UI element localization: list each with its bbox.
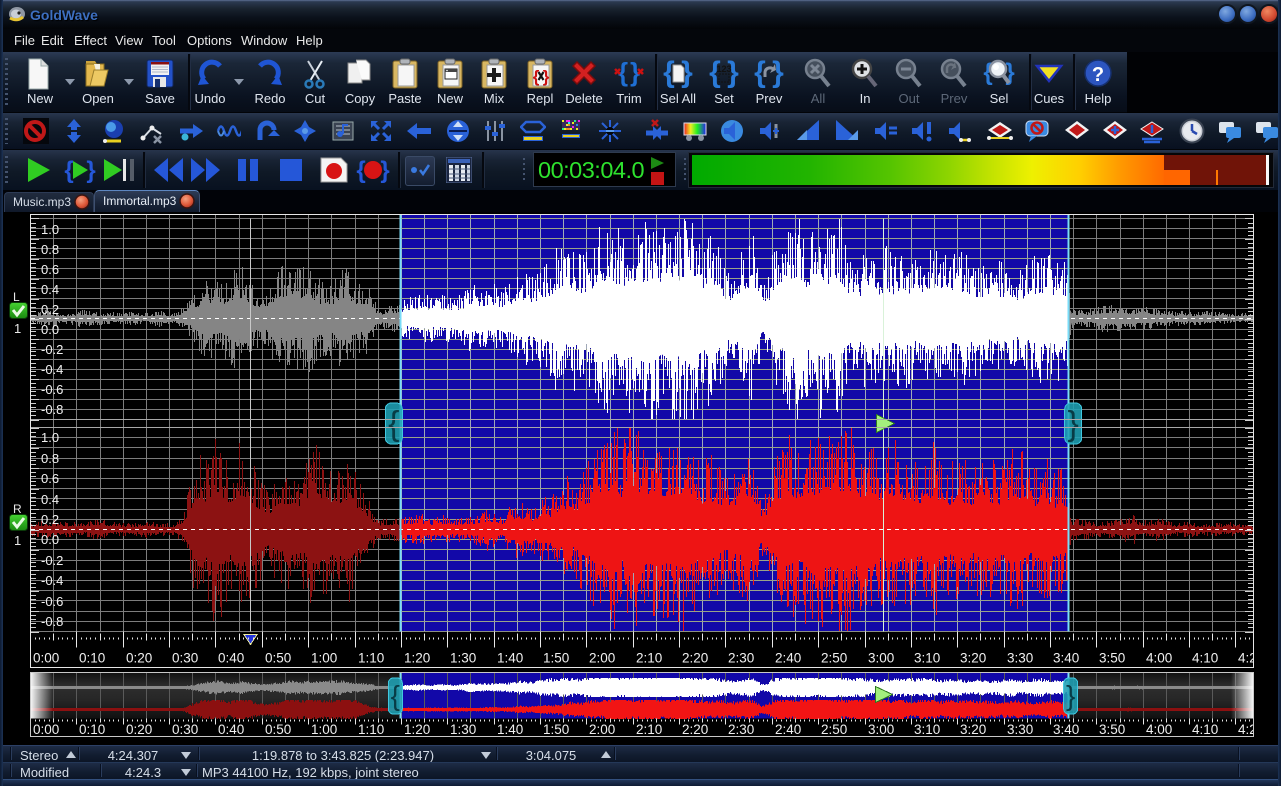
svg-text:4:10: 4:10 — [1192, 722, 1218, 737]
svg-text:0.6: 0.6 — [41, 471, 59, 486]
svg-text:0:40: 0:40 — [218, 722, 244, 737]
svg-text:2:10: 2:10 — [636, 722, 662, 737]
svg-text:}: } — [772, 57, 784, 89]
svg-text:-0.4: -0.4 — [41, 573, 63, 588]
svg-text:-0.6: -0.6 — [41, 382, 63, 397]
svg-text:0:00: 0:00 — [33, 722, 59, 737]
svg-text:1:00: 1:00 — [311, 722, 337, 737]
svg-text:}: } — [543, 67, 550, 86]
svg-text:4:20: 4:20 — [1238, 651, 1254, 666]
svg-text:3:50: 3:50 — [1099, 722, 1125, 737]
svg-text:2:40: 2:40 — [775, 651, 801, 666]
svg-text:0.4: 0.4 — [41, 492, 59, 507]
svg-text:0:30: 0:30 — [172, 651, 198, 666]
svg-text:0.8: 0.8 — [41, 451, 59, 466]
svg-text:1:50: 1:50 — [543, 651, 569, 666]
svg-text:{: { — [388, 405, 399, 443]
svg-text:-0.6: -0.6 — [41, 594, 63, 609]
svg-text:4:20: 4:20 — [1238, 722, 1254, 737]
svg-text:4:00: 4:00 — [1146, 651, 1172, 666]
svg-text:1:50: 1:50 — [543, 722, 569, 737]
svg-text:2:30: 2:30 — [728, 722, 754, 737]
svg-text:3:00: 3:00 — [868, 722, 894, 737]
svg-text:0:20: 0:20 — [126, 722, 152, 737]
svg-text:0:20: 0:20 — [126, 651, 152, 666]
svg-text:0:50: 0:50 — [265, 651, 291, 666]
svg-text:1:30: 1:30 — [450, 722, 476, 737]
svg-text:2:40: 2:40 — [775, 722, 801, 737]
svg-text:1:10: 1:10 — [358, 651, 384, 666]
svg-text:1:20: 1:20 — [404, 722, 430, 737]
svg-text:3:30: 3:30 — [1007, 722, 1033, 737]
svg-text:-0.2: -0.2 — [41, 553, 63, 568]
svg-text:-0.4: -0.4 — [41, 362, 63, 377]
svg-text:0.2: 0.2 — [41, 302, 59, 317]
svg-text:?: ? — [1092, 64, 1104, 86]
svg-text:-0.8: -0.8 — [41, 614, 63, 629]
svg-text:0.0: 0.0 — [41, 532, 59, 547]
svg-text:0.2: 0.2 — [41, 512, 59, 527]
svg-text:2:50: 2:50 — [821, 651, 847, 666]
svg-text:-0.8: -0.8 — [41, 402, 63, 417]
svg-text:0.6: 0.6 — [41, 262, 59, 277]
svg-text:2:50: 2:50 — [821, 722, 847, 737]
svg-text:3:50: 3:50 — [1099, 651, 1125, 666]
svg-text:{: { — [533, 67, 540, 86]
svg-text:2:30: 2:30 — [728, 651, 754, 666]
svg-text:{: { — [64, 157, 73, 183]
svg-text:1.0: 1.0 — [41, 430, 59, 445]
svg-text:2:10: 2:10 — [636, 651, 662, 666]
svg-text:4:00: 4:00 — [1146, 722, 1172, 737]
svg-text:3:10: 3:10 — [914, 722, 940, 737]
svg-text:0:50: 0:50 — [265, 722, 291, 737]
svg-text:}: } — [1066, 680, 1075, 711]
svg-text:2:00: 2:00 — [589, 651, 615, 666]
svg-text:0:10: 0:10 — [79, 651, 105, 666]
svg-text:4:10: 4:10 — [1192, 651, 1218, 666]
svg-text:3:20: 3:20 — [960, 651, 986, 666]
svg-text:1:30: 1:30 — [450, 651, 476, 666]
svg-text:1:40: 1:40 — [497, 722, 523, 737]
svg-text:2:20: 2:20 — [682, 722, 708, 737]
svg-text:3:10: 3:10 — [914, 651, 940, 666]
svg-text:3:40: 3:40 — [1053, 722, 1079, 737]
svg-text:0:10: 0:10 — [79, 722, 105, 737]
svg-text:0.4: 0.4 — [41, 282, 59, 297]
svg-text:1:00: 1:00 — [311, 651, 337, 666]
svg-text:2:00: 2:00 — [589, 722, 615, 737]
svg-text:1:40: 1:40 — [497, 651, 523, 666]
svg-text:1.0: 1.0 — [41, 222, 59, 237]
svg-text:2:20: 2:20 — [682, 651, 708, 666]
svg-text:0:40: 0:40 — [218, 651, 244, 666]
svg-text:123: 123 — [716, 64, 731, 74]
svg-text:-0.2: -0.2 — [41, 342, 63, 357]
svg-text:0:30: 0:30 — [172, 722, 198, 737]
svg-text:0:00: 0:00 — [33, 651, 59, 666]
svg-text:1:20: 1:20 — [404, 651, 430, 666]
svg-text:0.0: 0.0 — [41, 322, 59, 337]
svg-text:{: { — [391, 680, 400, 711]
svg-text:3:20: 3:20 — [960, 722, 986, 737]
svg-text:}: } — [1068, 405, 1079, 443]
svg-text:3:30: 3:30 — [1007, 651, 1033, 666]
svg-text:1:10: 1:10 — [358, 722, 384, 737]
svg-text:0.8: 0.8 — [41, 242, 59, 257]
svg-text:3:00: 3:00 — [868, 651, 894, 666]
svg-text:3:40: 3:40 — [1053, 651, 1079, 666]
